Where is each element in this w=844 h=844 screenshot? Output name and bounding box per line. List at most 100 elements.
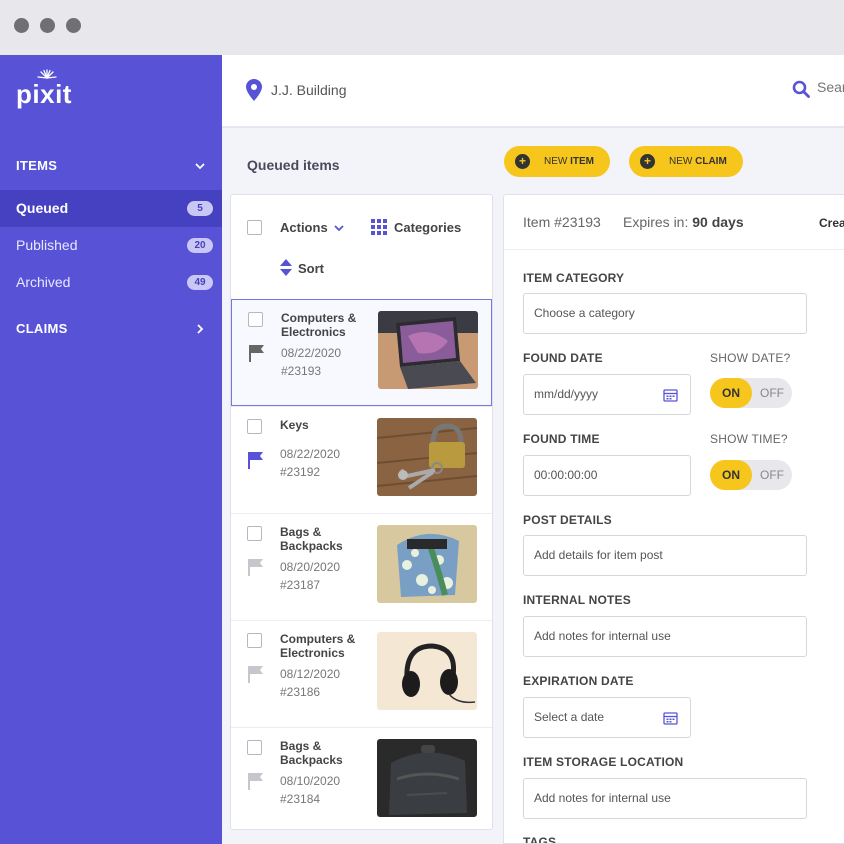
backpack-thumbnail: [377, 739, 477, 817]
flag-icon[interactable]: [248, 772, 264, 790]
search-box[interactable]: [790, 78, 844, 102]
list-item[interactable]: Keys 08/22/2020 #23192: [231, 406, 492, 513]
toggle-off: OFF: [760, 468, 784, 482]
sidebar-item-label: Published: [16, 237, 78, 253]
item-date: 08/22/2020: [281, 346, 342, 360]
count-badge: 49: [187, 275, 213, 290]
categories-button[interactable]: Categories: [394, 220, 461, 235]
expires-label: Expires in:: [623, 214, 689, 230]
new-claim-label: NEW: [669, 156, 696, 167]
queued-items-list: Actions Categories Sort Computers & Elec…: [230, 194, 493, 830]
sidebar-section-items-label: ITEMS: [16, 158, 58, 173]
sidebar-item-queued[interactable]: Queued 5: [0, 190, 222, 227]
new-item-button[interactable]: + NEW ITEM: [504, 146, 610, 177]
found-time-input[interactable]: 00:00:00:00: [523, 455, 691, 496]
storage-location-label: ITEM STORAGE LOCATION: [523, 755, 684, 769]
page-title: Queued items: [247, 157, 340, 173]
new-claim-label-bold: CLAIM: [695, 156, 727, 167]
chevron-down-icon: [194, 159, 206, 175]
plus-icon: +: [515, 154, 530, 169]
chevron-right-icon: [194, 322, 206, 338]
sort-icon: [280, 259, 292, 276]
grid-icon: [371, 219, 387, 235]
search-icon[interactable]: [792, 80, 810, 98]
location-selector[interactable]: J.J. Building: [271, 82, 346, 98]
new-item-label: NEW: [544, 156, 571, 167]
show-date-toggle[interactable]: ON OFF: [710, 378, 792, 408]
expiration-date-placeholder: Select a date: [534, 710, 605, 724]
row-checkbox[interactable]: [247, 633, 262, 648]
count-badge: 5: [187, 201, 213, 216]
calendar-icon[interactable]: [663, 711, 678, 725]
search-input[interactable]: [817, 79, 844, 95]
new-claim-button[interactable]: + NEW CLAIM: [629, 146, 743, 177]
calendar-icon[interactable]: [663, 388, 678, 402]
post-details-input[interactable]: Add details for item post: [523, 535, 807, 576]
expires-value: 90 days: [692, 214, 744, 230]
item-number: #23187: [280, 578, 321, 592]
window-minimize-button[interactable]: [40, 18, 55, 33]
row-checkbox[interactable]: [247, 740, 262, 755]
show-time-label: SHOW TIME?: [710, 432, 788, 446]
row-checkbox[interactable]: [248, 312, 263, 327]
toggle-off: OFF: [760, 386, 784, 400]
flag-icon[interactable]: [248, 451, 264, 469]
item-date: 08/22/2020: [280, 447, 341, 461]
list-item[interactable]: Bags & Backpacks 08/20/2020 #23187: [231, 513, 492, 620]
item-category: Computers & Electronics: [280, 632, 356, 660]
laptop-thumbnail: [378, 311, 478, 389]
window-maximize-button[interactable]: [66, 18, 81, 33]
row-checkbox[interactable]: [247, 419, 262, 434]
item-number: #23193: [281, 364, 322, 378]
expiration-date-label: EXPIRATION DATE: [523, 674, 634, 688]
item-category-select[interactable]: Choose a category: [523, 293, 807, 334]
show-date-label: SHOW DATE?: [710, 351, 791, 365]
expiration-date-input[interactable]: Select a date: [523, 697, 691, 738]
headphones-thumbnail: [377, 632, 477, 710]
create-button[interactable]: Crea: [819, 216, 844, 230]
storage-location-input[interactable]: Add notes for internal use: [523, 778, 807, 819]
window-titlebar: [0, 0, 844, 55]
item-category: Bags & Backpacks: [280, 525, 343, 553]
sort-button[interactable]: Sort: [298, 261, 324, 276]
count-badge: 20: [187, 238, 213, 253]
sidebar-item-label: Archived: [16, 274, 71, 290]
found-date-input[interactable]: mm/dd/yyyy: [523, 374, 691, 415]
actions-label: Actions: [280, 220, 328, 235]
window-close-button[interactable]: [14, 18, 29, 33]
sidebar-item-published[interactable]: Published 20: [0, 227, 222, 264]
actions-dropdown[interactable]: Actions: [280, 220, 344, 235]
item-date: 08/20/2020: [280, 560, 341, 574]
found-time-label: FOUND TIME: [523, 432, 600, 446]
select-all-checkbox[interactable]: [247, 220, 262, 235]
plus-icon: +: [640, 154, 655, 169]
list-item[interactable]: Bags & Backpacks 08/10/2020 #23184: [231, 727, 492, 829]
internal-notes-input[interactable]: Add notes for internal use: [523, 616, 807, 657]
expires-info: Expires in: 90 days: [623, 214, 744, 230]
flag-icon[interactable]: [248, 558, 264, 576]
list-item[interactable]: Computers & Electronics 08/22/2020 #2319…: [231, 299, 492, 406]
flag-icon[interactable]: [248, 665, 264, 683]
toggle-on: ON: [710, 378, 752, 408]
sidebar-item-archived[interactable]: Archived 49: [0, 264, 222, 301]
keys-thumbnail: [377, 418, 477, 496]
item-category: Computers & Electronics: [281, 311, 357, 339]
item-category-label: ITEM CATEGORY: [523, 271, 625, 285]
tote-bag-thumbnail: [377, 525, 477, 603]
item-detail-panel: Item #23193 Expires in: 90 days Crea ITE…: [503, 194, 844, 844]
sidebar-section-items[interactable]: ITEMS: [16, 158, 212, 178]
row-checkbox[interactable]: [247, 526, 262, 541]
show-time-toggle[interactable]: ON OFF: [710, 460, 792, 490]
flag-icon[interactable]: [249, 344, 265, 362]
item-number: #23192: [280, 465, 321, 479]
item-date: 08/12/2020: [280, 667, 341, 681]
list-item[interactable]: Computers & Electronics 08/12/2020 #2318…: [231, 620, 492, 727]
new-item-label-bold: ITEM: [570, 156, 594, 167]
item-number: #23184: [280, 792, 321, 806]
top-bar: J.J. Building: [222, 55, 844, 128]
item-category: Bags & Backpacks: [280, 739, 343, 767]
tags-label: TAGS: [523, 835, 557, 844]
detail-header: Item #23193 Expires in: 90 days Crea: [504, 195, 844, 250]
pixit-logo[interactable]: pixit: [16, 69, 86, 109]
sidebar-section-claims[interactable]: CLAIMS: [16, 321, 212, 341]
